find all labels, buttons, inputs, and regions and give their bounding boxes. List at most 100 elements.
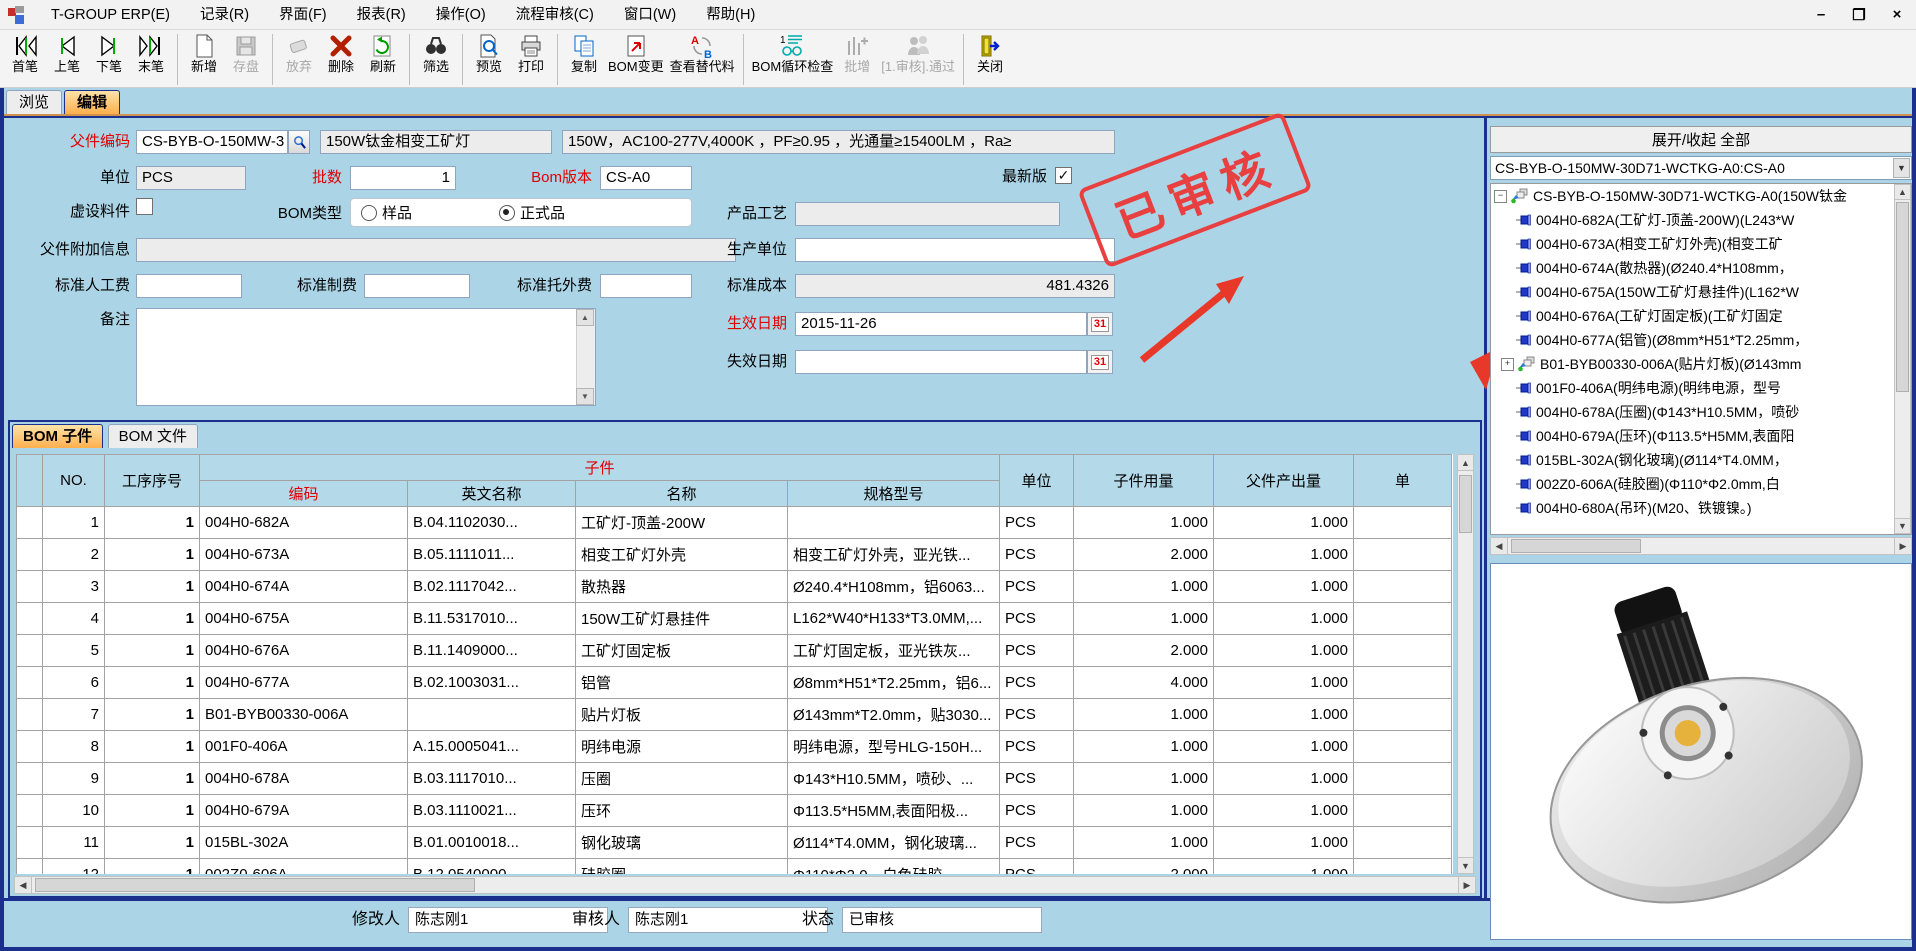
cell[interactable]: B.03.1117010... [408, 763, 576, 795]
std-labor-field[interactable] [136, 274, 242, 298]
cell[interactable]: PCS [1000, 507, 1074, 539]
toolbar-button-打印[interactable]: 打印 [510, 32, 552, 75]
toolbar-button-新增[interactable]: 新增 [183, 32, 225, 75]
cell[interactable]: 004H0-673A [200, 539, 408, 571]
cell[interactable]: 1 [105, 795, 200, 827]
cell[interactable]: 2.000 [1074, 635, 1214, 667]
row-indicator[interactable] [17, 827, 43, 859]
cell[interactable]: 相变工矿灯外壳 [576, 539, 788, 571]
tree-item[interactable]: 002Z0-606A(硅胶圈)(Φ110*Φ2.0mm,白 [1491, 472, 1891, 496]
toolbar-button-BOM变更[interactable]: BOM变更 [605, 32, 667, 75]
tree-item[interactable]: 004H0-679A(压环)(Φ113.5*H5MM,表面阳 [1491, 424, 1891, 448]
row-indicator[interactable] [17, 507, 43, 539]
tab-edit[interactable]: 编辑 [64, 90, 120, 114]
cell[interactable]: 1.000 [1214, 763, 1354, 795]
tree-item[interactable]: 004H0-674A(散热器)(Ø240.4*H108mm， [1491, 256, 1891, 280]
cell[interactable] [1354, 571, 1452, 603]
cell[interactable]: 1.000 [1074, 763, 1214, 795]
expand-icon[interactable]: + [1501, 358, 1514, 371]
cell[interactable]: 1 [105, 603, 200, 635]
tree-item[interactable]: 004H0-675A(150W工矿灯悬挂件)(L162*W [1491, 280, 1891, 304]
cell[interactable]: 004H0-678A [200, 763, 408, 795]
cell[interactable]: 10 [43, 795, 105, 827]
cell[interactable]: B.03.1110021... [408, 795, 576, 827]
scroll-up-icon[interactable]: ▲ [1457, 454, 1474, 471]
toolbar-button-关闭[interactable]: 关闭 [969, 32, 1011, 75]
tree-item[interactable]: 015BL-302A(钢化玻璃)(Ø114*T4.0MM， [1491, 448, 1891, 472]
cell[interactable]: 1.000 [1214, 603, 1354, 635]
cell[interactable]: 9 [43, 763, 105, 795]
toolbar-button-复制[interactable]: 复制 [563, 32, 605, 75]
remark-field[interactable]: ▲ ▼ [136, 308, 596, 406]
cell[interactable]: 1.000 [1214, 635, 1354, 667]
tree-item[interactable]: 001F0-406A(明纬电源)(明纬电源，型号 [1491, 376, 1891, 400]
menu-item-5[interactable]: 流程审核(C) [501, 0, 609, 30]
cell[interactable]: 015BL-302A [200, 827, 408, 859]
cell[interactable]: PCS [1000, 603, 1074, 635]
cell[interactable]: 1.000 [1214, 699, 1354, 731]
cell[interactable]: 1.000 [1214, 795, 1354, 827]
cell[interactable]: 1.000 [1214, 827, 1354, 859]
tree-hscrollbar[interactable]: ◀ ▶ [1490, 537, 1912, 555]
latest-checkbox[interactable]: ✓ [1055, 167, 1072, 184]
cell[interactable]: B.02.1117042... [408, 571, 576, 603]
cell[interactable] [1354, 507, 1452, 539]
cell[interactable]: 相变工矿灯外壳，亚光铁... [788, 539, 1000, 571]
cell[interactable]: 004H0-679A [200, 795, 408, 827]
cell[interactable]: 硅胶圈 [576, 859, 788, 875]
restore-button[interactable]: ❐ [1840, 0, 1878, 30]
cell[interactable] [1354, 827, 1452, 859]
menu-item-6[interactable]: 窗口(W) [609, 0, 691, 30]
cell[interactable]: L162*W40*H133*T3.0MM,... [788, 603, 1000, 635]
cell[interactable]: Φ113.5*H5MM,表面阳极... [788, 795, 1000, 827]
std-mfg-field[interactable] [364, 274, 470, 298]
cell[interactable]: 压环 [576, 795, 788, 827]
scroll-up-icon[interactable]: ▲ [1894, 184, 1911, 200]
close-button[interactable]: × [1878, 0, 1916, 30]
scroll-down-icon[interactable]: ▼ [1894, 518, 1911, 534]
cell[interactable] [1354, 699, 1452, 731]
cell[interactable]: 1.000 [1074, 827, 1214, 859]
cell[interactable]: A.15.0005041... [408, 731, 576, 763]
cell[interactable]: Φ143*H10.5MM，喷砂、... [788, 763, 1000, 795]
cell[interactable]: PCS [1000, 667, 1074, 699]
toolbar-button-存盘[interactable]: 存盘 [225, 32, 267, 75]
cell[interactable]: L243*W243*T1.0MM.亚光... [788, 507, 1000, 539]
tree-item[interactable]: 004H0-680A(吊环)(M20、铁镀镍。) [1491, 496, 1891, 520]
effective-date-field[interactable]: 2015-11-26 [795, 312, 1087, 336]
scroll-down-icon[interactable]: ▼ [576, 388, 594, 405]
production-unit-field[interactable] [795, 238, 1115, 262]
toolbar-button-下笔[interactable]: 下笔 [88, 32, 130, 75]
cell[interactable]: PCS [1000, 763, 1074, 795]
cell[interactable]: 铝管 [576, 667, 788, 699]
cell[interactable]: 6 [43, 667, 105, 699]
tree-vscroll-thumb[interactable] [1896, 202, 1909, 392]
effective-date-calendar-icon[interactable]: 31 [1087, 312, 1113, 336]
cell[interactable]: 1.000 [1074, 603, 1214, 635]
cell[interactable]: B01-BYB00330-006A [200, 699, 408, 731]
cell[interactable]: Ø8mm*H51*T2.25mm，铝6... [788, 667, 1000, 699]
cell[interactable]: 12 [43, 859, 105, 875]
cell[interactable] [1354, 731, 1452, 763]
cell[interactable] [1354, 859, 1452, 875]
radio-formal[interactable]: 正式品 [499, 202, 565, 223]
cell[interactable]: 11 [43, 827, 105, 859]
cell[interactable]: 004H0-675A [200, 603, 408, 635]
cell[interactable]: 1.000 [1074, 731, 1214, 763]
cell[interactable]: PCS [1000, 731, 1074, 763]
cell[interactable]: PCS [1000, 539, 1074, 571]
cell[interactable]: Φ110*Φ2.0，白色硅胶... [788, 859, 1000, 875]
cell[interactable] [1354, 763, 1452, 795]
row-indicator[interactable] [17, 571, 43, 603]
expire-date-calendar-icon[interactable]: 31 [1087, 350, 1113, 374]
cell[interactable]: 钢化玻璃 [576, 827, 788, 859]
cell[interactable]: PCS [1000, 827, 1074, 859]
cell[interactable]: 150W工矿灯悬挂件 [576, 603, 788, 635]
cell[interactable]: B.04.1102030... [408, 507, 576, 539]
toolbar-button-上笔[interactable]: 上笔 [46, 32, 88, 75]
expand-collapse-button[interactable]: 展开/收起 全部 [1490, 126, 1912, 153]
menu-item-0[interactable]: T-GROUP ERP(E) [36, 0, 185, 30]
row-indicator[interactable] [17, 635, 43, 667]
cell[interactable]: 2.000 [1074, 539, 1214, 571]
cell[interactable]: 1 [105, 667, 200, 699]
